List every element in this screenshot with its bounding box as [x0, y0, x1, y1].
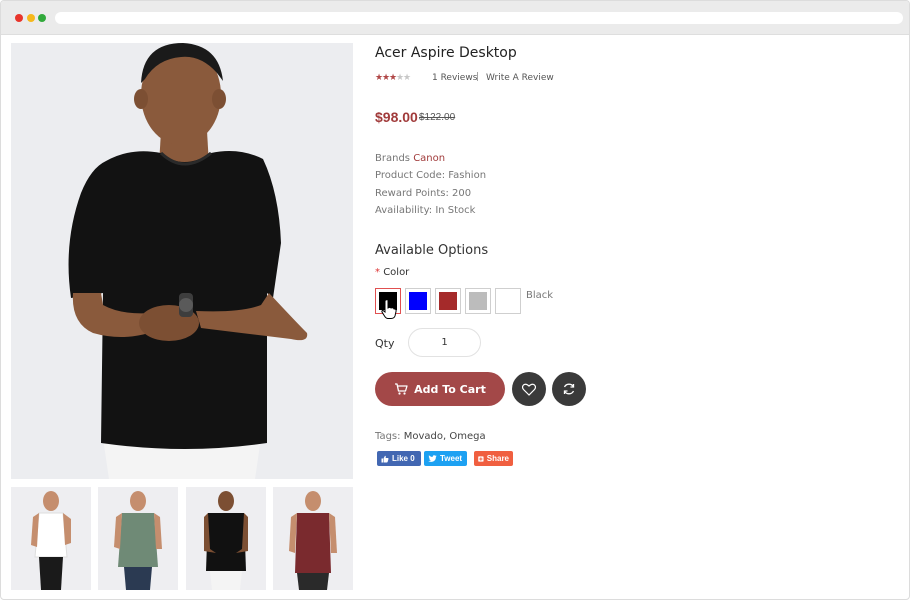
selected-color-name: Black — [526, 290, 554, 301]
refresh-icon — [563, 383, 575, 395]
tag-separator: , — [442, 431, 447, 442]
review-separator: | — [476, 72, 480, 82]
brand-label: Brands — [375, 153, 410, 164]
tag-link[interactable]: Omega — [449, 431, 485, 442]
thumbnail-black-shirt[interactable] — [186, 487, 266, 590]
swatch-fill — [409, 292, 427, 310]
thumbnail-white-shirt[interactable] — [11, 487, 91, 590]
cart-icon — [395, 383, 408, 395]
swatch-fill — [469, 292, 487, 310]
tags-label: Tags: — [375, 431, 401, 442]
star-icon: ★ — [375, 73, 384, 83]
color-label-text: Color — [383, 267, 410, 278]
close-window-dot[interactable] — [15, 14, 23, 22]
color-swatch-gray[interactable] — [465, 288, 491, 314]
share-plus-icon — [478, 455, 484, 462]
address-bar[interactable] — [55, 12, 903, 24]
hand-cursor-icon — [381, 299, 397, 319]
available-options-heading: Available Options — [375, 243, 489, 258]
product-code: Product Code: Fashion — [375, 170, 487, 181]
color-swatch-white[interactable] — [495, 288, 521, 314]
star-rating: ★★★★★ — [375, 73, 412, 83]
product-main-image[interactable] — [11, 43, 353, 479]
color-swatch-blue[interactable] — [405, 288, 431, 314]
product-title: Acer Aspire Desktop — [375, 45, 517, 61]
tag-link[interactable]: Movado — [404, 431, 443, 442]
heart-icon — [522, 383, 536, 396]
reviews-count-link[interactable]: 1 Reviews — [432, 73, 477, 83]
minimize-window-dot[interactable] — [27, 14, 35, 22]
color-swatch-red[interactable] — [435, 288, 461, 314]
thumbnail-red-shirt[interactable] — [273, 487, 353, 590]
star-icon: ★ — [382, 73, 391, 83]
compare-button[interactable] — [552, 372, 586, 406]
star-icon: ★ — [389, 73, 398, 83]
thumbnail-green-shirt[interactable] — [98, 487, 178, 590]
reward-points: Reward Points: 200 — [375, 188, 472, 199]
write-review-link[interactable]: Write A Review — [486, 73, 554, 83]
facebook-like-button[interactable]: Like 0 — [377, 451, 421, 466]
old-price: $122.00 — [419, 112, 456, 123]
brand-line: Brands Canon — [375, 153, 445, 164]
twitter-tweet-button[interactable]: Tweet — [424, 451, 467, 466]
brand-link[interactable]: Canon — [413, 153, 445, 164]
browser-window: Acer Aspire Desktop ★★★★★ 1 Reviews | Wr… — [0, 0, 910, 600]
quantity-label: Qty — [375, 337, 395, 350]
color-option-label: * Color — [375, 267, 409, 278]
swatch-fill — [439, 292, 457, 310]
required-mark: * — [375, 267, 380, 278]
twitter-bird-icon — [428, 454, 437, 462]
thumbs-up-icon — [381, 455, 389, 462]
star-icon: ★ — [403, 73, 412, 83]
current-price: $98.00 — [375, 109, 418, 125]
tweet-label: Tweet — [440, 454, 463, 463]
quantity-input[interactable]: 1 — [408, 328, 481, 357]
maximize-window-dot[interactable] — [38, 14, 46, 22]
wishlist-button[interactable] — [512, 372, 546, 406]
browser-toolbar — [1, 1, 909, 35]
add-to-cart-label: Add To Cart — [414, 382, 486, 396]
availability: Availability: In Stock — [375, 205, 476, 216]
add-to-cart-button[interactable]: Add To Cart — [375, 372, 505, 406]
like-label: Like 0 — [392, 454, 415, 463]
star-icon: ★ — [396, 73, 405, 83]
share-button[interactable]: Share — [474, 451, 513, 466]
swatch-fill — [499, 292, 517, 310]
share-label: Share — [486, 454, 509, 463]
product-tags: Tags: Movado, Omega — [375, 431, 486, 442]
